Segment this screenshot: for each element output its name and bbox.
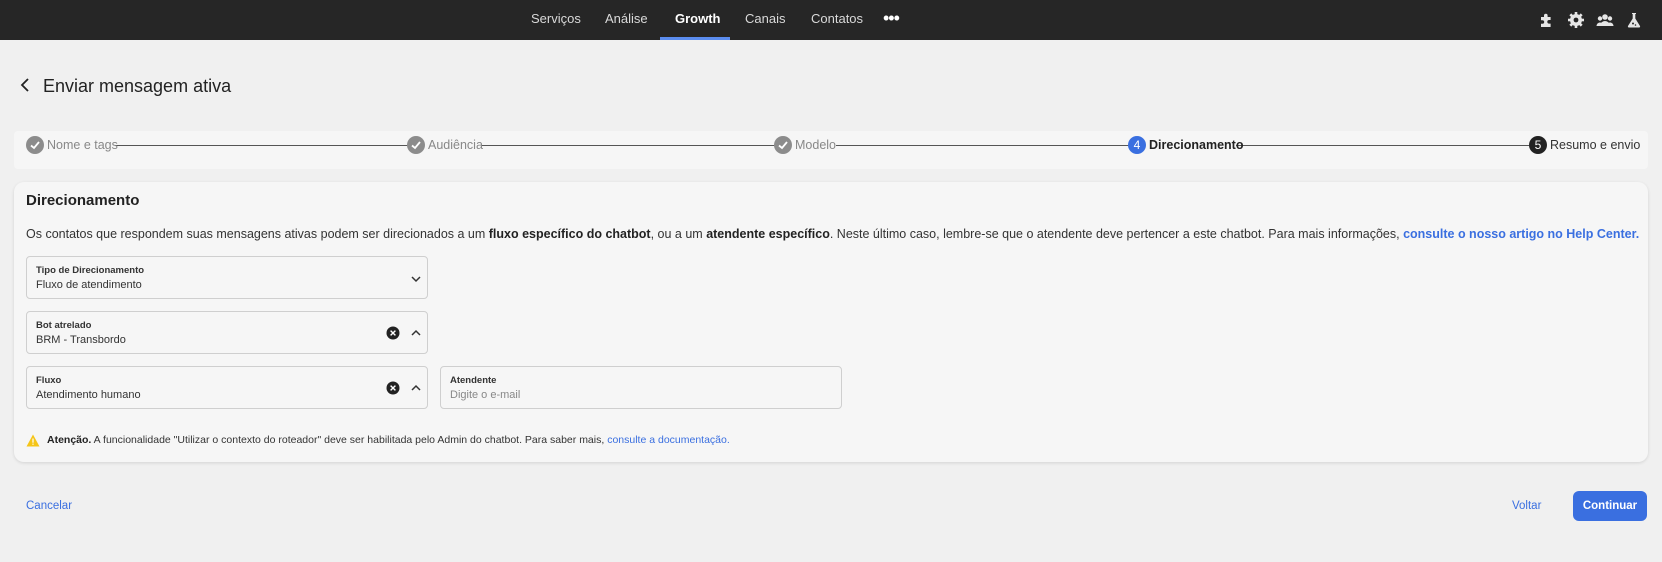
step-connector (115, 145, 408, 146)
email-input[interactable]: Digite o e-mail (450, 389, 520, 401)
description-text: , ou a um (650, 227, 707, 241)
more-horizontal-icon[interactable]: ••• (883, 0, 900, 40)
step-connector (836, 145, 1129, 146)
field-value: Fluxo de atendimento (36, 279, 142, 291)
continue-button[interactable]: Continuar (1573, 491, 1647, 521)
help-center-link[interactable]: consulte o nosso artigo no Help Center. (1403, 227, 1639, 241)
step-number-future: 5 (1529, 136, 1547, 154)
card-description: Os contatos que respondem suas mensagens… (26, 227, 1639, 241)
description-bold: fluxo específico do chatbot (488, 227, 651, 241)
chevron-left-icon[interactable] (17, 75, 35, 95)
tipo-direcionamento-select[interactable]: Tipo de Direcionamento Fluxo de atendime… (26, 256, 428, 299)
field-label: Atendente (450, 375, 497, 386)
documentation-link[interactable]: consulte a documentação. (607, 434, 730, 446)
step-number-current: 4 (1128, 136, 1146, 154)
step-connector (481, 145, 775, 146)
top-navigation-bar: Serviços Análise Growth Canais Contatos … (0, 0, 1662, 40)
chevron-up-icon[interactable] (410, 326, 422, 338)
field-label: Tipo de Direcionamento (36, 265, 145, 276)
cancel-button[interactable]: Cancelar (26, 500, 72, 512)
field-label: Bot atrelado (36, 320, 92, 331)
nav-item-analise[interactable]: Análise (605, 0, 648, 40)
attention-note: Atenção. A funcionalidade "Utilizar o co… (47, 434, 730, 446)
clear-icon[interactable] (386, 326, 400, 340)
puzzle-icon[interactable] (1538, 11, 1556, 29)
field-value: Atendimento humano (36, 389, 141, 401)
attention-text: A funcionalidade "Utilizar o contexto do… (91, 434, 608, 446)
clear-icon[interactable] (386, 381, 400, 395)
chevron-down-icon[interactable] (410, 272, 422, 284)
field-label: Fluxo (36, 375, 62, 386)
description-text: . Neste último caso, lembre-se que o ate… (829, 227, 1404, 241)
step-label-direcionamento: Direcionamento (1149, 138, 1244, 152)
bot-atrelado-select[interactable]: Bot atrelado BRM - Transbordo (26, 311, 428, 354)
warning-icon (26, 434, 40, 447)
step-label-resumo-envio: Resumo e envio (1550, 138, 1641, 152)
description-bold: atendente específico (706, 227, 830, 241)
active-tab-indicator (660, 37, 730, 40)
nav-item-contatos[interactable]: Contatos (811, 0, 863, 40)
step-check-icon (26, 136, 44, 154)
field-value: BRM - Transbordo (36, 334, 126, 346)
back-button[interactable]: Voltar (1512, 500, 1541, 512)
step-check-icon (774, 136, 792, 154)
step-connector (1236, 145, 1529, 146)
fluxo-select[interactable]: Fluxo Atendimento humano (26, 366, 428, 409)
step-label-modelo: Modelo (795, 138, 836, 152)
card-title: Direcionamento (26, 192, 140, 209)
lab-flask-icon[interactable] (1625, 11, 1643, 29)
step-check-icon (407, 136, 425, 154)
nav-item-canais[interactable]: Canais (745, 0, 785, 40)
nav-item-servicos[interactable]: Serviços (531, 0, 581, 40)
description-text: Os contatos que respondem suas mensagens… (26, 227, 489, 241)
gear-icon[interactable] (1567, 11, 1585, 29)
chevron-up-icon[interactable] (410, 381, 422, 393)
atendente-field[interactable]: Atendente Digite o e-mail (440, 366, 842, 409)
attention-label: Atenção. (47, 434, 92, 446)
step-label-audiencia: Audiência (428, 138, 483, 152)
nav-item-growth[interactable]: Growth (675, 0, 721, 40)
users-icon[interactable] (1596, 11, 1614, 29)
step-label-nome-tags: Nome e tags (47, 138, 118, 152)
page-title: Enviar mensagem ativa (43, 76, 232, 96)
